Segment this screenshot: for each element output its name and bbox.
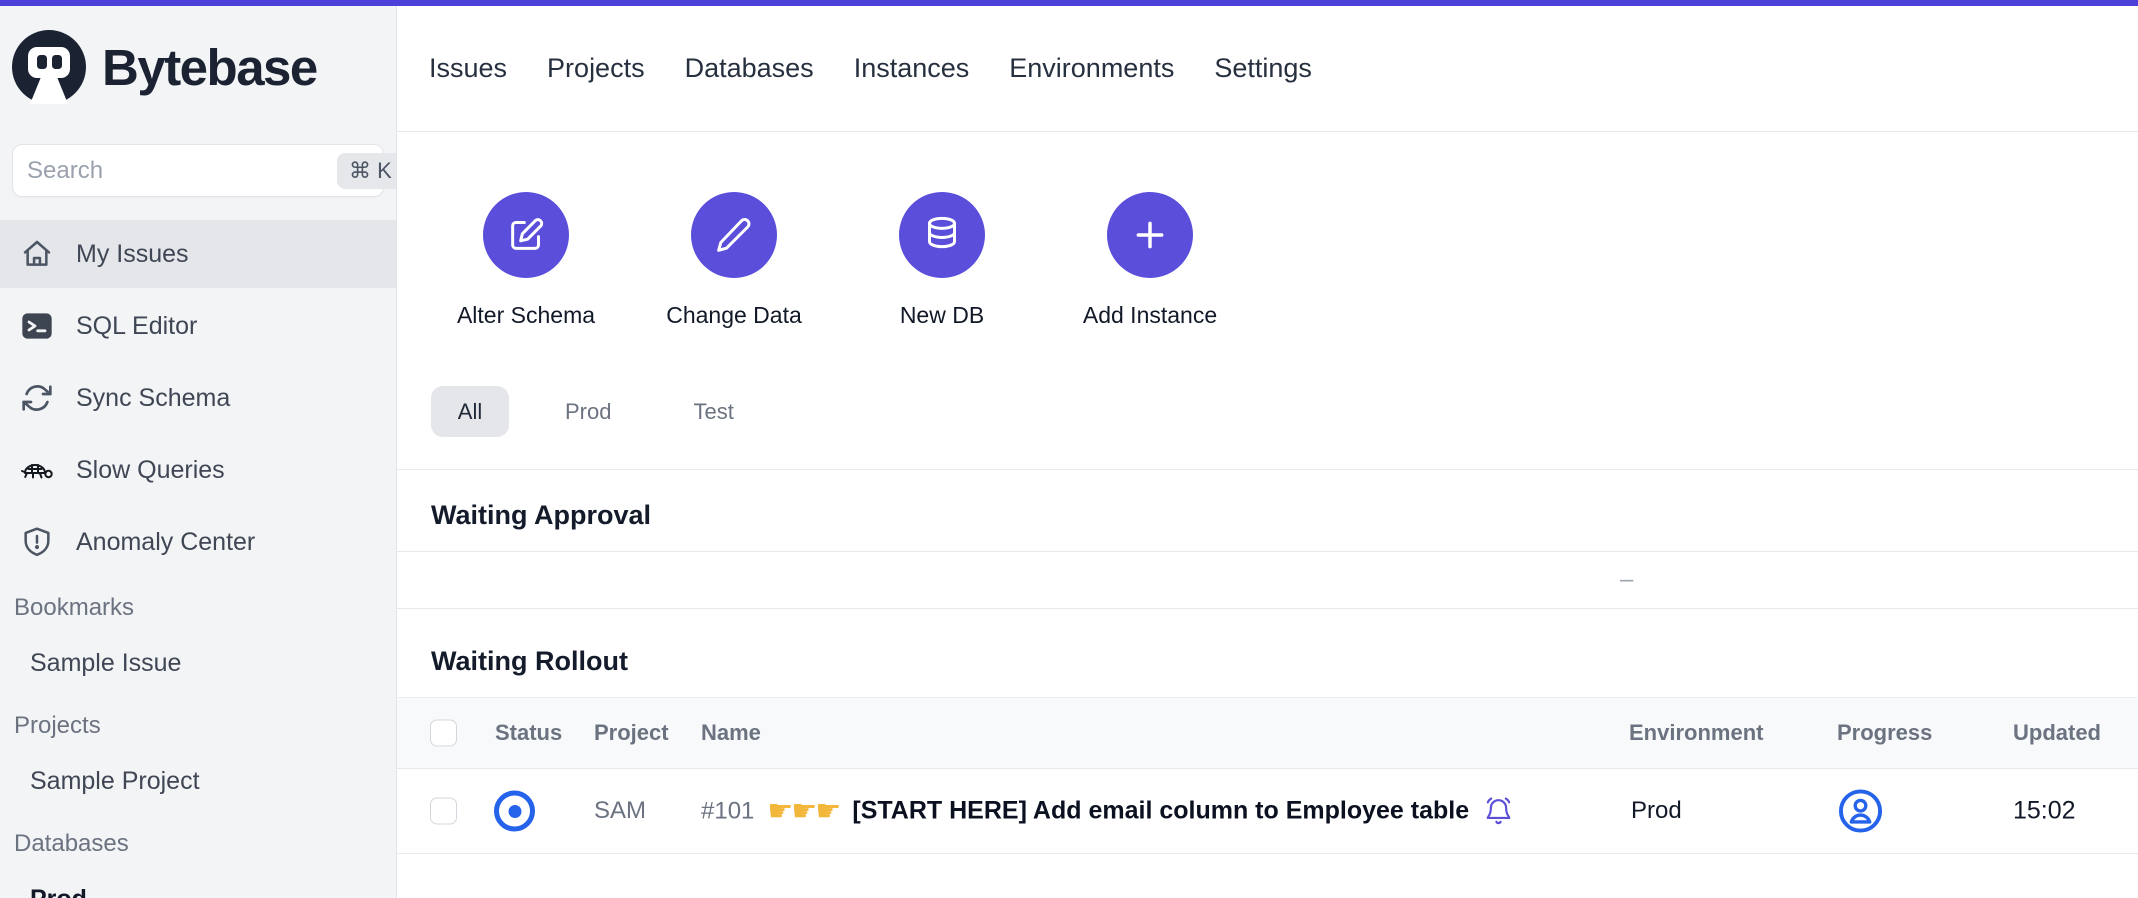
tab-all[interactable]: All: [431, 386, 509, 437]
issue-table-header: Status Project Name Environment Progress…: [397, 698, 2138, 769]
search-shortcut-hint: ⌘ K: [337, 153, 397, 189]
pointing-hands-emoji: ☛☛☛: [767, 794, 839, 829]
terminal-icon: [20, 309, 54, 343]
top-navigation: Issues Projects Databases Instances Envi…: [397, 6, 2138, 132]
quick-action-label: Add Instance: [1083, 302, 1217, 329]
sidebar-section-databases: Databases: [0, 816, 396, 872]
sidebar: Bytebase ⌘ K My Issues: [0, 6, 397, 898]
bell-alert-icon: [1482, 795, 1515, 828]
home-icon: [20, 237, 54, 271]
waiting-rollout-title: Waiting Rollout: [431, 646, 2138, 677]
change-data-button[interactable]: Change Data: [634, 192, 834, 329]
quick-action-label: New DB: [900, 302, 984, 329]
issue-name-cell[interactable]: #101 ☛☛☛ [START HERE] Add email column t…: [701, 794, 1515, 829]
nav-projects[interactable]: Projects: [547, 53, 645, 84]
column-header-project: Project: [594, 720, 669, 746]
column-header-name: Name: [701, 720, 761, 746]
sidebar-item-anomaly-center[interactable]: Anomaly Center: [0, 508, 396, 576]
nav-settings[interactable]: Settings: [1214, 53, 1312, 84]
main-content: Issues Projects Databases Instances Envi…: [397, 6, 2138, 898]
column-header-status: Status: [495, 720, 562, 746]
add-instance-icon: [1107, 192, 1193, 278]
column-header-environment: Environment: [1629, 720, 1763, 746]
sync-icon: [20, 381, 54, 415]
bytebase-app: Bytebase ⌘ K My Issues: [0, 0, 2138, 898]
alter-schema-button[interactable]: Alter Schema: [426, 192, 626, 329]
sidebar-item-label: My Issues: [76, 240, 189, 269]
project-key: SAM: [594, 797, 646, 825]
shield-icon: [20, 525, 54, 559]
new-db-button[interactable]: New DB: [842, 192, 1042, 329]
sidebar-item-label: SQL Editor: [76, 312, 197, 341]
nav-issues[interactable]: Issues: [429, 53, 507, 84]
logo-wordmark: Bytebase: [102, 38, 317, 97]
sidebar-item-prod-database[interactable]: Prod: [0, 872, 396, 898]
nav-databases[interactable]: Databases: [685, 53, 814, 84]
issue-title: [START HERE] Add email column to Employe…: [852, 797, 1469, 826]
assignee-stage-icon[interactable]: [1837, 788, 1884, 835]
nav-environments[interactable]: Environments: [1009, 53, 1174, 84]
environment-filter-tabs: All Prod Test: [397, 386, 2138, 437]
add-instance-button[interactable]: Add Instance: [1050, 192, 1250, 329]
sidebar-item-sample-project[interactable]: Sample Project: [0, 754, 396, 808]
quick-action-label: Change Data: [666, 302, 802, 329]
sidebar-item-slow-queries[interactable]: Slow Queries: [0, 436, 396, 504]
sidebar-item-sample-issue[interactable]: Sample Issue: [0, 636, 396, 690]
sidebar-section-bookmarks: Bookmarks: [0, 580, 396, 636]
sidebar-menu: My Issues SQL Editor: [0, 220, 396, 576]
updated-time: 15:02: [2013, 797, 2076, 826]
waiting-rollout-section-header: Waiting Rollout: [397, 609, 2138, 698]
column-header-progress: Progress: [1837, 720, 1932, 746]
new-db-icon: [899, 192, 985, 278]
quick-action-label: Alter Schema: [457, 302, 595, 329]
tab-test[interactable]: Test: [693, 386, 733, 437]
search-input[interactable]: [27, 157, 337, 185]
issue-table-row[interactable]: SAM #101 ☛☛☛ [START HERE] Add email colu…: [397, 769, 2138, 854]
nav-instances[interactable]: Instances: [854, 53, 970, 84]
tab-prod[interactable]: Prod: [565, 386, 611, 437]
sidebar-item-label: Slow Queries: [76, 456, 225, 485]
sidebar-item-my-issues[interactable]: My Issues: [0, 220, 396, 288]
logo[interactable]: Bytebase: [12, 30, 396, 104]
issue-id: #101: [701, 797, 754, 825]
environment-value: Prod: [1631, 797, 1682, 825]
sidebar-item-label: Sync Schema: [76, 384, 230, 413]
empty-placeholder: –: [1620, 566, 1633, 594]
quick-actions: Alter Schema Change Data: [397, 132, 2138, 329]
sidebar-item-sql-editor[interactable]: SQL Editor: [0, 292, 396, 360]
sidebar-item-sync-schema[interactable]: Sync Schema: [0, 364, 396, 432]
waiting-approval-title: Waiting Approval: [431, 500, 2138, 531]
search-box[interactable]: ⌘ K: [12, 144, 384, 197]
column-header-updated: Updated: [2013, 720, 2101, 746]
status-open-icon: [494, 791, 535, 832]
waiting-approval-section-header: Waiting Approval: [397, 470, 2138, 552]
bytebase-logo-icon: [12, 30, 86, 104]
sidebar-section-projects: Projects: [0, 698, 396, 754]
alter-schema-icon: [483, 192, 569, 278]
row-checkbox[interactable]: [430, 798, 457, 825]
select-all-checkbox[interactable]: [430, 720, 457, 747]
sidebar-item-label: Anomaly Center: [76, 528, 255, 557]
change-data-icon: [691, 192, 777, 278]
turtle-icon: [20, 453, 54, 487]
waiting-approval-empty-row: –: [397, 552, 2138, 609]
